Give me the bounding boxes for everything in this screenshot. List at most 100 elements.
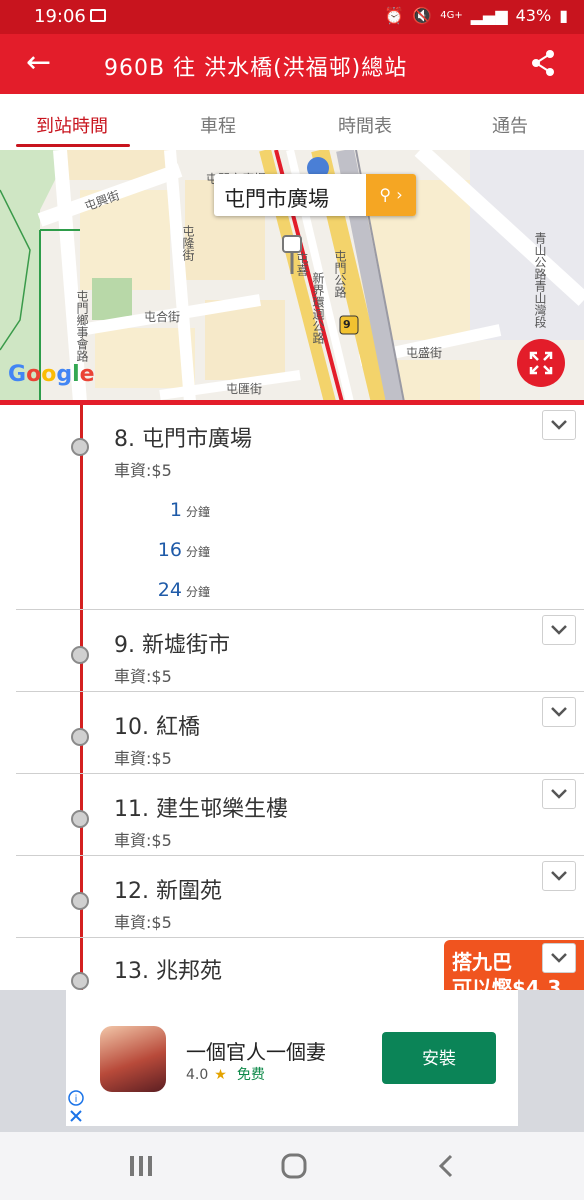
stop-fare: 車資:$5 <box>114 461 172 480</box>
expand-chevron-icon[interactable] <box>542 943 576 973</box>
stop-dot <box>71 646 89 664</box>
ad-choices[interactable]: i <box>66 1088 86 1126</box>
stop-item[interactable]: 9. 新墟街市 車資:$5 <box>0 609 584 691</box>
street-label: 屯門公路 <box>333 250 347 298</box>
battery-icon: ▮ <box>559 6 568 25</box>
stop-item[interactable]: 11. 建生邨樂生樓 車資:$5 <box>0 773 584 855</box>
street-label: 屯隆街 <box>181 225 195 261</box>
fullscreen-button[interactable] <box>517 339 565 387</box>
expand-chevron-icon[interactable] <box>542 861 576 891</box>
status-bar: 19:06 ⏰ 🔇 4G+ ▂▄▆ 43% ▮ <box>0 0 584 34</box>
google-logo: Google <box>8 362 95 387</box>
street-label: 屯喜 <box>295 252 309 276</box>
expand-chevron-icon[interactable] <box>542 410 576 440</box>
back-nav-icon[interactable] <box>436 1152 456 1180</box>
chevron-down-icon <box>551 871 567 881</box>
divider <box>16 691 584 692</box>
tab-timetable[interactable]: 時間表 <box>338 112 392 138</box>
stop-item[interactable]: 12. 新圍苑 車資:$5 <box>0 855 584 937</box>
stop-name: 8. 屯門市廣場 <box>114 427 252 452</box>
system-nav-bar <box>0 1132 584 1200</box>
divider <box>16 937 584 938</box>
ad-rating: 4.0 ★ 免费 <box>186 1064 265 1084</box>
stop-fare: 車資:$5 <box>114 749 172 768</box>
stop-item[interactable]: 10. 紅橋 車資:$5 <box>0 691 584 773</box>
alarm-icon: ⏰ <box>384 6 405 25</box>
chevron-down-icon <box>551 420 567 430</box>
chevron-down-icon <box>551 789 567 799</box>
stop-callout[interactable]: 屯門市廣場 ⚲ › <box>214 174 416 216</box>
stop-dot <box>71 972 89 990</box>
divider <box>16 609 584 610</box>
stop-dot <box>71 892 89 910</box>
recent-apps-icon[interactable] <box>128 1154 154 1178</box>
google-logo-letter: o <box>26 362 42 387</box>
google-logo-letter: o <box>41 362 57 387</box>
google-logo-letter: G <box>8 362 27 387</box>
app-bar: ← 960B 往 洪水橋(洪福邨)總站 <box>0 34 584 94</box>
divider <box>16 773 584 774</box>
ad-card[interactable]: 一個官人一個妻 4.0 ★ 免费 安裝 i <box>66 990 518 1126</box>
status-time: 19:06 <box>34 6 86 27</box>
expand-chevron-icon[interactable] <box>542 697 576 727</box>
app-icon[interactable] <box>100 1026 166 1092</box>
ad-banner: 一個官人一個妻 4.0 ★ 免费 安裝 i <box>0 990 584 1132</box>
street-label: 屯門鄉事會路 <box>75 290 89 362</box>
tab-journey[interactable]: 車程 <box>200 112 236 138</box>
tab-bar: 到站時間 車程 時間表 通告 <box>0 94 584 150</box>
eta-minutes: 24 <box>157 579 182 601</box>
eta-unit: 分鐘 <box>185 505 210 519</box>
route-9-marker: 9 <box>343 318 351 331</box>
street-label: 屯盛街 <box>406 346 443 360</box>
google-logo-letter: e <box>79 362 95 387</box>
share-icon[interactable] <box>528 48 558 78</box>
price-label: 免费 <box>236 1067 265 1083</box>
street-label: 屯合街 <box>144 310 181 324</box>
rating-value: 4.0 <box>186 1067 209 1083</box>
divider <box>16 855 584 856</box>
street-label: 屯匯街 <box>226 382 263 396</box>
chevron-down-icon <box>551 953 567 963</box>
signal-icon: ▂▄▆ <box>470 6 508 25</box>
promo-line-2: 可以慳$4.3 <box>452 976 562 990</box>
network-type: 4G+ <box>440 10 463 21</box>
stop-dot <box>71 438 89 456</box>
tab-arrival-time[interactable]: 到站時間 <box>36 112 108 138</box>
stop-fare: 車資:$5 <box>114 667 172 686</box>
eta-row: 24 分鐘 <box>110 579 210 601</box>
street-label: 青山公路青山灣段 <box>533 232 547 328</box>
eta-minutes: 1 <box>169 499 182 521</box>
stop-fare: 車資:$5 <box>114 913 172 932</box>
chevron-down-icon <box>551 625 567 635</box>
chevron-down-icon <box>551 707 567 717</box>
stop-item[interactable]: 8. 屯門市廣場 車資:$5 1 分鐘 16 分鐘 24 分鐘 <box>0 405 584 609</box>
battery-percent: 43% <box>515 6 552 25</box>
callout-stop-name: 屯門市廣場 <box>224 187 329 211</box>
eta-row: 16 分鐘 <box>110 539 210 561</box>
street-label: 新界環迴公路 <box>311 272 325 344</box>
google-logo-letter: l <box>72 362 80 387</box>
eta-minutes: 16 <box>157 539 182 561</box>
stop-fare: 車資:$5 <box>114 831 172 850</box>
stop-dot <box>71 728 89 746</box>
star-icon: ★ <box>214 1067 227 1083</box>
eta-unit: 分鐘 <box>185 585 210 599</box>
eta-row: 1 分鐘 <box>110 499 210 521</box>
google-logo-letter: g <box>56 362 73 387</box>
eta-unit: 分鐘 <box>185 545 210 559</box>
tab-notices[interactable]: 通告 <box>492 112 528 138</box>
install-button[interactable]: 安裝 <box>382 1032 496 1084</box>
ad-title[interactable]: 一個官人一個妻 <box>186 1036 326 1065</box>
directions-icon[interactable]: ⚲ › <box>366 174 416 216</box>
stop-name: 11. 建生邨樂生樓 <box>114 797 288 822</box>
stop-name: 13. 兆邦苑 <box>114 959 222 984</box>
mute-icon: 🔇 <box>412 6 433 25</box>
expand-chevron-icon[interactable] <box>542 779 576 809</box>
expand-chevron-icon[interactable] <box>542 615 576 645</box>
svg-text:i: i <box>75 1094 78 1105</box>
status-icons: ⏰ 🔇 4G+ ▂▄▆ 43% ▮ <box>384 6 568 25</box>
promo-line-1: 搭九巴 <box>452 950 512 974</box>
home-icon[interactable] <box>280 1152 308 1180</box>
back-arrow-icon[interactable]: ← <box>26 46 51 80</box>
info-icon: i <box>68 1090 84 1122</box>
